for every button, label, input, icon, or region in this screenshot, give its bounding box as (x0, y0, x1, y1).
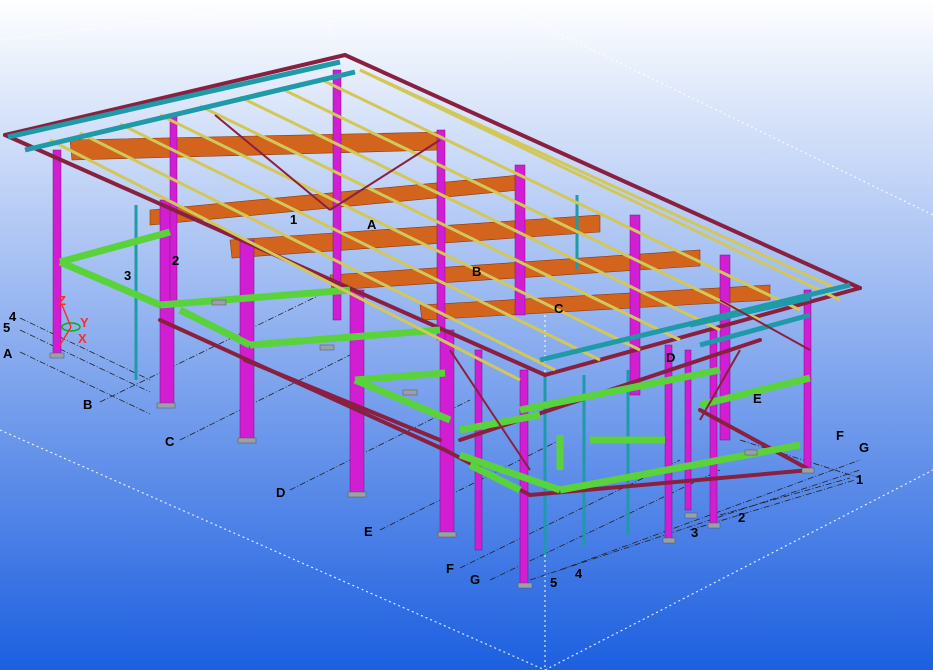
model-label-c: C (554, 301, 564, 316)
axis-label-y: Y (80, 315, 89, 330)
model-label-2: 2 (172, 253, 179, 268)
model-label-a: A (367, 217, 377, 232)
grid-label-a: A (3, 346, 13, 361)
grid-label-right-f: F (836, 428, 844, 443)
grid-label-e: E (364, 524, 373, 539)
grid-label-g: G (470, 572, 480, 587)
model-label-b: B (472, 264, 481, 279)
grid-label-f: F (446, 561, 454, 576)
grid-label-d: D (276, 485, 285, 500)
grid-label-bottom-5: 5 (550, 575, 557, 590)
grid-label-b: B (83, 397, 92, 412)
grid-label-bottom-4: 4 (575, 566, 583, 581)
model-viewport[interactable]: 4 5 A B C D E F G 5 4 3 2 1 F G 1 2 3 A … (0, 0, 933, 670)
axis-label-z: Z (58, 293, 66, 308)
grid-label-bottom-2: 2 (738, 510, 745, 525)
viewport-background (0, 0, 933, 670)
model-label-1: 1 (290, 212, 297, 227)
grid-label-5: 5 (3, 320, 10, 335)
grid-label-right-g: G (859, 440, 869, 455)
model-canvas[interactable]: 4 5 A B C D E F G 5 4 3 2 1 F G 1 2 3 A … (0, 0, 933, 670)
grid-label-c: C (165, 434, 175, 449)
grid-label-bottom-3: 3 (691, 525, 698, 540)
grid-label-bottom-1: 1 (856, 472, 863, 487)
model-label-e: E (753, 391, 762, 406)
axis-label-x: X (78, 331, 87, 346)
model-label-3: 3 (124, 268, 131, 283)
model-label-d: D (666, 350, 675, 365)
